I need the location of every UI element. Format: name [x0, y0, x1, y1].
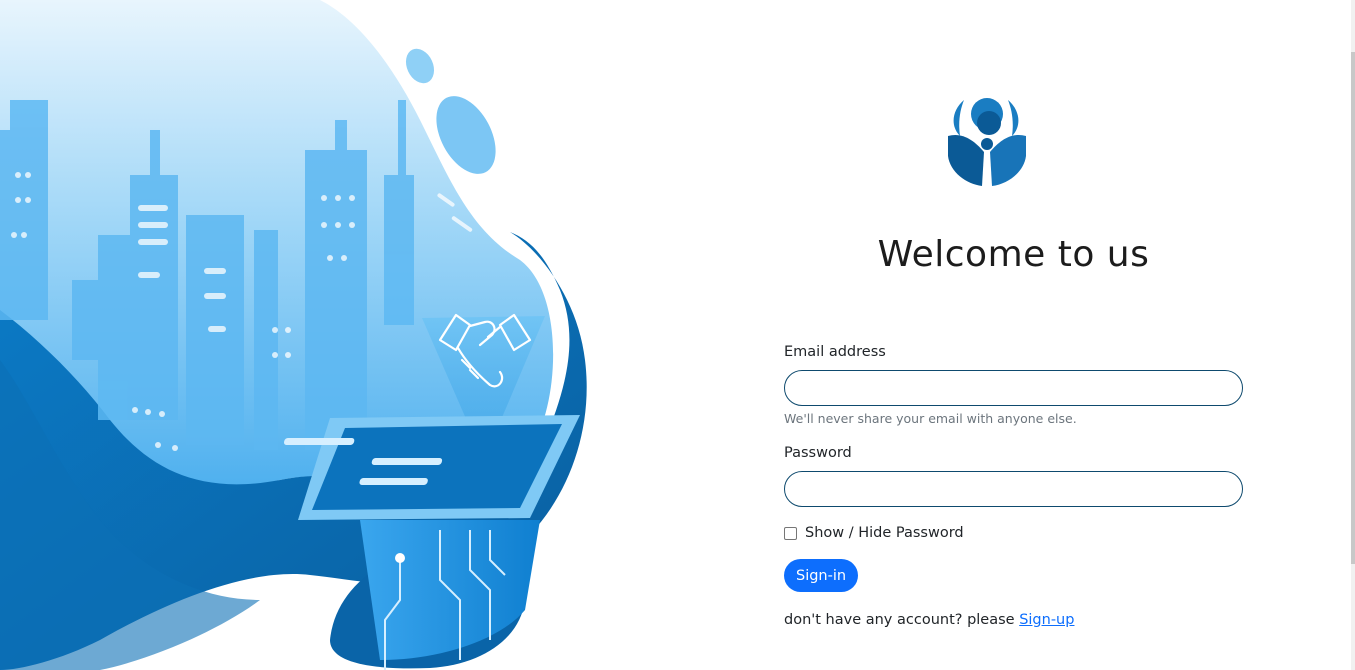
brand-logo: [944, 92, 1030, 188]
login-page: Welcome to us Email address We'll never …: [0, 0, 1355, 670]
signup-link[interactable]: Sign-up: [1019, 612, 1074, 628]
hero-illustration: [0, 0, 600, 670]
page-scrollbar[interactable]: [1351, 0, 1355, 670]
signup-prompt: don't have any account? please Sign-up: [784, 612, 1243, 628]
signin-button[interactable]: Sign-in: [784, 559, 859, 592]
email-help-text: We'll never share your email with anyone…: [784, 411, 1077, 426]
signin-form: Email address We'll never share your ema…: [784, 342, 1243, 628]
page-title: Welcome to us: [877, 234, 1150, 275]
show-password-row: Show / Hide Password: [784, 523, 1243, 543]
show-password-checkbox[interactable]: [784, 526, 797, 540]
signup-prompt-text: don't have any account? please: [784, 612, 1020, 628]
password-label: Password: [784, 445, 852, 461]
email-label: Email address: [784, 344, 886, 360]
scrollbar-thumb[interactable]: [1351, 52, 1355, 564]
password-group: Password: [784, 443, 1243, 507]
password-input[interactable]: [784, 471, 1243, 507]
email-input[interactable]: [784, 370, 1243, 406]
show-password-label[interactable]: Show / Hide Password: [805, 525, 964, 541]
